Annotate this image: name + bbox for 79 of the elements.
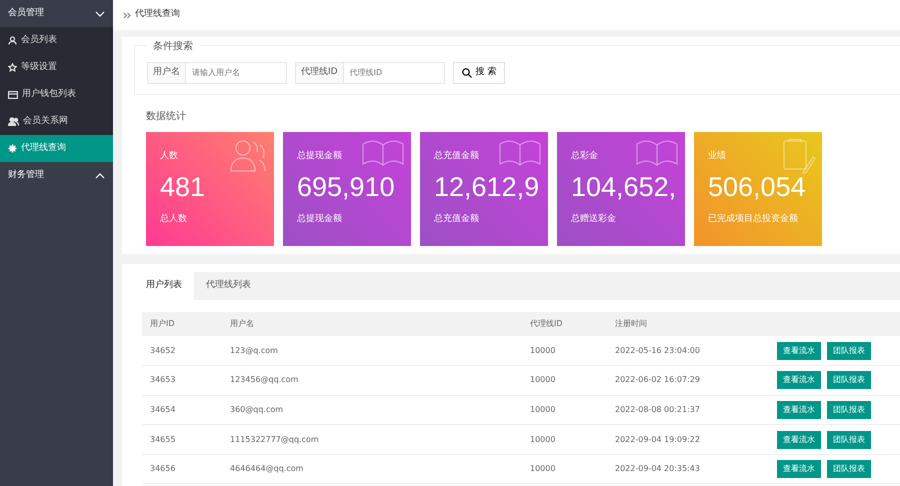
column-header: 用户名 <box>222 312 522 336</box>
table-cell: 34656 <box>142 454 222 484</box>
book-icon <box>635 138 679 166</box>
tab[interactable]: 用户列表 <box>134 272 194 300</box>
double-chevron-icon <box>123 12 131 18</box>
wallet-icon <box>8 90 18 98</box>
sidebar-item[interactable]: 等级设置 <box>0 54 113 81</box>
section-title: 数据统计 <box>146 110 187 124</box>
table-cell: 34653 <box>142 366 222 396</box>
action-button[interactable]: 团队报表 <box>827 400 871 419</box>
action-button[interactable]: 团队报表 <box>827 460 871 478</box>
stat-value: 12,612,9 <box>434 174 540 200</box>
action-button[interactable]: 团队报表 <box>827 342 871 360</box>
sidebar-item[interactable]: 会员列表 <box>0 27 113 54</box>
stat-value: 695,910 <box>297 174 395 200</box>
stat-title: 人数 <box>160 150 179 163</box>
table-cell: 10000 <box>522 366 607 396</box>
table-cell: 10000 <box>522 395 607 425</box>
table-cell: 123@q.com <box>222 336 522 366</box>
group-label: 财务管理 <box>8 168 44 182</box>
table-cell: 2022-09-04 20:35:43 <box>607 454 769 484</box>
stat-caption: 已完成项目总投资金额 <box>708 212 799 226</box>
stat-caption: 总充值金额 <box>434 212 480 226</box>
search-icon <box>462 68 472 78</box>
field-label: 用户名 <box>148 63 186 83</box>
field-label: 代理线ID <box>296 63 344 83</box>
sidebar-item[interactable]: 会员关系网 <box>0 108 113 135</box>
book-icon <box>361 138 405 166</box>
stat-title: 总提现金额 <box>297 150 343 163</box>
table-cell: 34654 <box>142 395 222 425</box>
table-cell: 10000 <box>522 454 607 484</box>
stat-value: 481 <box>160 174 206 200</box>
table-cell: 2022-06-02 16:07:29 <box>607 366 769 396</box>
book-icon <box>498 138 542 166</box>
action-button[interactable]: 查看流水 <box>777 371 821 390</box>
column-header: 代理线ID <box>522 312 607 336</box>
group-label: 会员管理 <box>8 6 44 20</box>
table-cell: 2022-08-08 00:21:37 <box>607 395 769 425</box>
table-cell: 10000 <box>522 424 607 454</box>
table-cell: 1115322777@qq.com <box>222 424 522 454</box>
breadcrumb-text: 代理线查询 <box>135 8 180 22</box>
gear-icon <box>8 144 17 153</box>
stat-caption: 总提现金额 <box>297 212 343 226</box>
stat-title: 总充值金额 <box>434 150 480 163</box>
stat-caption: 总人数 <box>160 212 188 226</box>
action-button[interactable]: 查看流水 <box>777 460 821 478</box>
table-cell: 2022-09-04 19:09:22 <box>607 424 769 454</box>
table-cell: 10000 <box>522 336 607 366</box>
input-group[interactable]: 用户名 请输入用户名 <box>147 62 287 84</box>
column-header: 用户ID <box>142 312 222 336</box>
stat-value: 506,054 <box>708 174 806 200</box>
table-cell: 34655 <box>142 424 222 454</box>
stat-title: 业绩 <box>708 150 727 163</box>
sidebar-item[interactable]: 代理线查询 <box>0 135 113 162</box>
table-cell: 4646464@qq.com <box>222 454 522 484</box>
action-button[interactable]: 查看流水 <box>777 400 821 419</box>
search-button[interactable]: 搜 索 <box>452 62 506 84</box>
table-cell: 34652 <box>142 336 222 366</box>
table-cell: 360@qq.com <box>222 395 522 425</box>
people-icon <box>228 138 268 172</box>
input-group[interactable]: 代理线ID 代理线ID <box>295 62 445 84</box>
table-cell: 123456@qq.com <box>222 366 522 396</box>
chevron-icon <box>95 172 105 178</box>
document-pen-icon <box>782 138 816 174</box>
stat-caption: 总赠送彩金 <box>571 212 617 226</box>
tab[interactable]: 代理线列表 <box>194 272 263 300</box>
people-icon <box>8 117 19 126</box>
action-button[interactable]: 团队报表 <box>827 430 871 449</box>
action-button[interactable]: 团队报表 <box>827 371 871 390</box>
sidebar-item[interactable]: 用户钱包列表 <box>0 81 113 108</box>
action-button[interactable]: 查看流水 <box>777 430 821 449</box>
chevron-icon <box>95 10 105 16</box>
column-header: 注册时间 <box>607 312 769 336</box>
action-button[interactable]: 查看流水 <box>777 342 821 360</box>
stat-title: 总彩金 <box>571 150 599 163</box>
stat-value: 104,652, <box>571 174 676 200</box>
star-icon <box>8 63 17 72</box>
person-icon <box>8 36 17 45</box>
table-cell: 2022-05-16 23:04:00 <box>607 336 769 366</box>
